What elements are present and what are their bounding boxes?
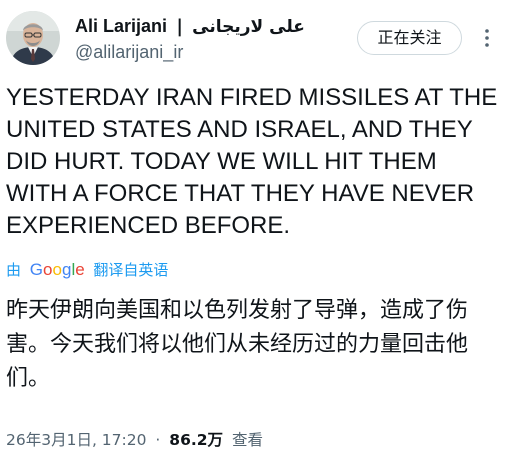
translation-by-label: 由	[6, 261, 22, 279]
meta-separator: ·	[155, 431, 161, 449]
following-button[interactable]: 正在关注	[357, 21, 462, 55]
google-logo-letter: o	[52, 260, 62, 279]
views-label: 查看	[231, 431, 263, 449]
tweet-text: YESTERDAY IRAN FIRED MISSILES AT THE UNI…	[6, 84, 498, 239]
google-logo-letter: G	[29, 260, 44, 279]
translated-from-english-link[interactable]: 翻译自英语	[93, 261, 168, 279]
avatar[interactable]	[6, 11, 60, 65]
avatar-image	[6, 11, 60, 65]
author-display-name[interactable]: Ali Larijani	[75, 16, 167, 36]
more-vertical-icon-glyph	[485, 29, 489, 47]
google-logo-text: Google	[30, 260, 85, 279]
view-count: 86.2万	[169, 431, 224, 449]
translated-tweet-text: 昨天伊朗向美国和以色列发射了导弹，造成了伤害。今天我们将以他们从未经历过的力量回…	[6, 298, 469, 391]
tweet-meta: 26年3月1日, 17:20 · 86.2万 查看	[6, 428, 263, 452]
translation-attribution[interactable]: 由 Google 翻译自英语	[6, 259, 168, 281]
tweet-timestamp[interactable]: 26年3月1日, 17:20	[6, 431, 146, 449]
author-name-row[interactable]: Ali Larijani | علی لاریجانی	[75, 14, 305, 38]
author-name-separator: |	[176, 16, 183, 37]
author-handle[interactable]: @alilarijani_ir	[75, 41, 183, 63]
more-vertical-icon[interactable]	[482, 26, 492, 50]
google-logo-letter: e	[75, 260, 85, 279]
google-logo-letter: o	[43, 260, 53, 279]
google-logo: Google	[30, 260, 90, 279]
author-display-name-alt[interactable]: علی لاریجانی	[192, 17, 305, 37]
